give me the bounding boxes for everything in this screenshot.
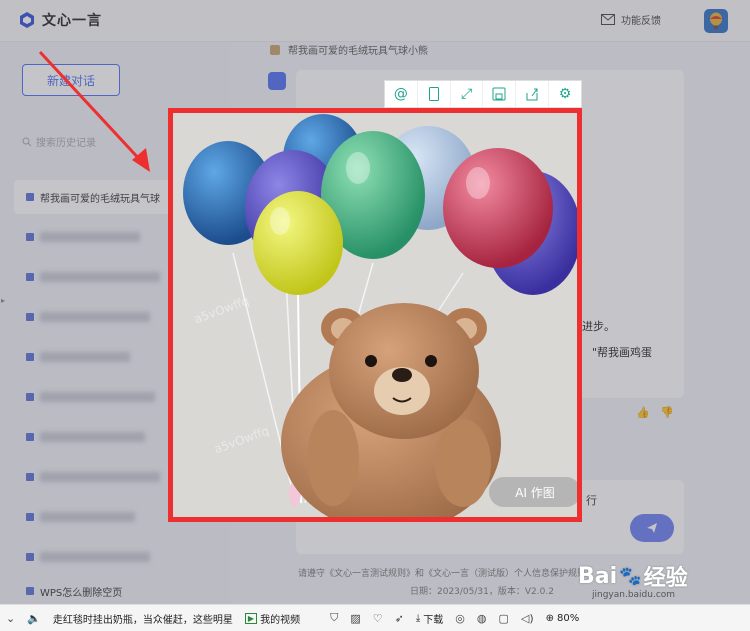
phone-frame-icon[interactable]: [418, 81, 451, 107]
download-icon: ⤓: [415, 612, 421, 624]
play-icon: ▶: [244, 612, 258, 624]
baidu-wordmark: Bai: [578, 563, 618, 589]
heartbeat-icon[interactable]: ♡: [367, 612, 389, 625]
browser-icon[interactable]: ◍: [471, 612, 493, 625]
speaker-icon[interactable]: 🔈: [21, 612, 47, 625]
zoom-icon: ⊕: [545, 612, 555, 624]
at-icon[interactable]: @: [385, 81, 418, 107]
news-ticker[interactable]: 走红毯时挂出奶瓶，当众催赶，这些明星: [47, 611, 239, 626]
generated-image-preview[interactable]: a5vOwffq a5vOwffq AI 作图: [168, 108, 582, 522]
download-label: 下载: [423, 614, 444, 626]
share-icon[interactable]: [516, 81, 550, 107]
my-video-label: 我的视频: [260, 614, 301, 626]
zoom-label: 80%: [557, 612, 580, 624]
browser-status-bar: ⌄ 🔈 走红毯时挂出奶瓶，当众催赶，这些明星 ▶ 我的视频 ⛉ ▨ ♡ ➶ ⤓ …: [0, 604, 750, 631]
app-window: 文心一言 功能反馈 新建对话 搜索历史记录 帮我画可爱的毛绒玩具气球 WPS怎么…: [0, 0, 750, 604]
chevron-down-icon[interactable]: ⌄: [0, 612, 21, 625]
zoom-control[interactable]: ⊕ 80%: [540, 613, 586, 624]
baidu-url: jingyan.baidu.com: [592, 590, 676, 600]
my-video-button[interactable]: ▶ 我的视频: [239, 611, 306, 626]
volume-icon[interactable]: ◁): [515, 612, 540, 625]
download-button[interactable]: ⤓ 下载: [410, 611, 449, 626]
save-icon[interactable]: [483, 81, 517, 107]
sidebar-collapse-icon[interactable]: ▸: [1, 296, 5, 305]
settings-icon[interactable]: ⚙: [549, 81, 581, 107]
ai-generated-badge: AI 作图: [489, 477, 577, 507]
image-toolbar: @ ⤢ ⚙: [384, 80, 582, 108]
expand-icon[interactable]: ⤢: [451, 81, 484, 107]
baidu-wordmark-2: 经验: [643, 566, 688, 591]
shield-icon[interactable]: ⛉: [324, 611, 344, 625]
teddy-bear-balloons-image: [173, 113, 577, 517]
game-icon[interactable]: ◎: [449, 612, 471, 625]
baidu-jingyan-watermark: Bai 🐾 经验: [578, 560, 688, 592]
window-icon[interactable]: ▢: [492, 612, 514, 625]
image-icon[interactable]: ▨: [344, 612, 366, 625]
rocket-icon[interactable]: ➶: [389, 612, 410, 625]
paw-icon: 🐾: [619, 565, 642, 587]
